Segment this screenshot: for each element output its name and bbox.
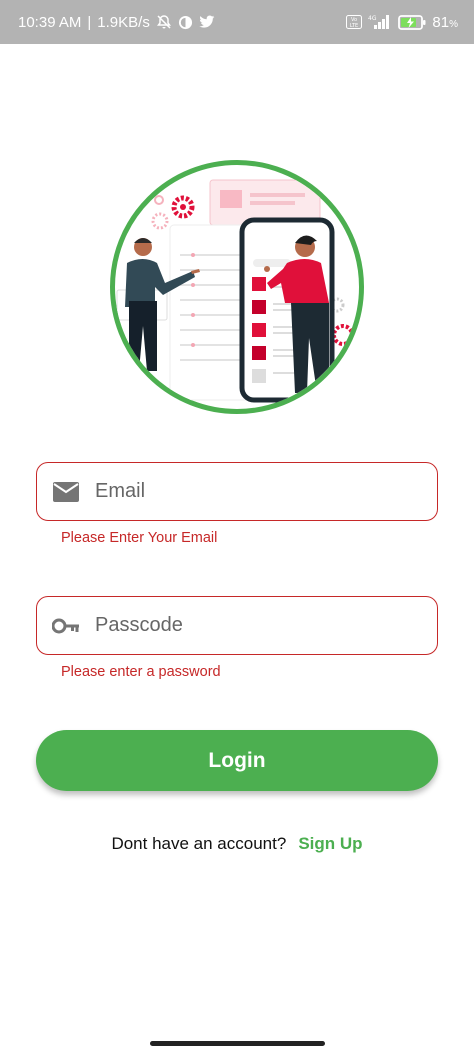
password-error-text: Please enter a password [61, 664, 221, 680]
battery-charging-icon [398, 14, 426, 30]
login-button[interactable]: Login [36, 730, 438, 791]
status-time: 10:39 AM [18, 13, 82, 31]
battery-unit: % [449, 18, 458, 30]
key-icon [37, 618, 95, 634]
signup-link[interactable]: Sign Up [298, 834, 362, 854]
status-net-speed: 1.9KB/s [97, 13, 150, 31]
app-notification-icon [178, 15, 193, 30]
signal-icon: 4G [368, 14, 392, 30]
svg-text:LTE: LTE [350, 23, 358, 29]
twitter-icon [199, 15, 215, 29]
battery-percent: 81% [432, 13, 458, 31]
status-right: Vo LTE 4G 81% [346, 14, 458, 31]
status-bar: 10:39 AM | 1.9KB/s Vo LTE 4G 81% [0, 0, 474, 44]
illustration-art [116, 179, 354, 403]
volte-icon: Vo LTE [346, 15, 363, 29]
home-indicator[interactable] [150, 1041, 325, 1046]
mute-bell-icon [156, 14, 172, 30]
email-input[interactable] [95, 463, 437, 520]
signup-row: Dont have an account? Sign Up [0, 834, 474, 854]
email-field[interactable] [36, 462, 438, 521]
email-error-text: Please Enter Your Email [61, 530, 218, 546]
signup-question: Dont have an account? [111, 834, 287, 853]
svg-text:4G: 4G [368, 15, 377, 22]
login-screen: 10:39 AM | 1.9KB/s Vo LTE 4G 81% Email P… [0, 0, 474, 1053]
status-separator: | [87, 13, 92, 31]
password-field[interactable] [36, 596, 438, 655]
password-input[interactable] [95, 597, 437, 654]
status-left: 10:39 AM | 1.9KB/s [18, 14, 215, 31]
hero-illustration [110, 160, 364, 414]
mail-icon [37, 481, 95, 502]
